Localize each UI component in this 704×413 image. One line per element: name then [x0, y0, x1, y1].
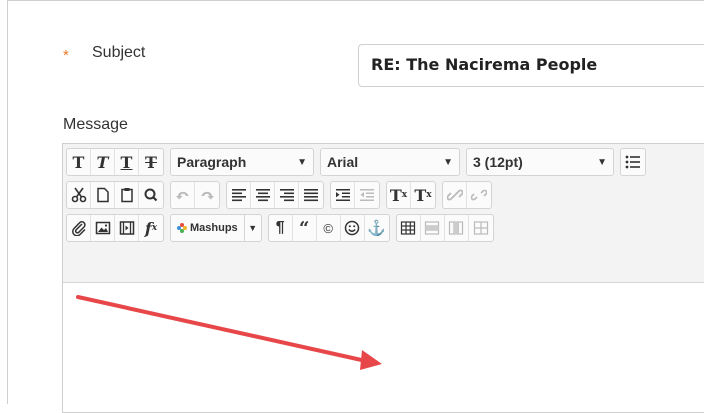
table-row-icon	[425, 221, 440, 235]
mashups-dropdown[interactable]: Mashups ▼	[170, 214, 262, 242]
outdent-icon	[360, 189, 374, 201]
paragraph-format-value: Paragraph	[177, 154, 247, 170]
table-group	[395, 214, 494, 242]
subscript-glyph: T	[414, 185, 427, 205]
blockquote-button[interactable]: “	[293, 215, 317, 241]
smiley-icon	[344, 220, 360, 236]
link-group	[442, 181, 492, 209]
font-size-select[interactable]: 3 (12pt) ▼	[466, 148, 614, 176]
subject-label: Subject	[92, 44, 146, 61]
film-icon	[119, 221, 134, 235]
show-blocks-button[interactable]: ¶	[269, 215, 293, 241]
align-justify-button[interactable]	[299, 182, 323, 208]
chevron-down-icon[interactable]: ▼	[245, 223, 261, 233]
special-character-button[interactable]: ©	[317, 215, 341, 241]
history-group	[170, 181, 220, 209]
message-body-textarea[interactable]	[63, 283, 704, 413]
paperclip-icon	[71, 221, 86, 236]
paste-button[interactable]	[115, 182, 139, 208]
clipboard-group	[66, 181, 164, 209]
attach-file-button[interactable]	[67, 215, 91, 241]
table-icon	[401, 221, 416, 235]
table-row-button[interactable]	[421, 215, 445, 241]
search-icon	[144, 188, 158, 202]
copy-button[interactable]	[91, 182, 115, 208]
undo-icon	[175, 191, 188, 200]
alignment-group	[226, 181, 324, 209]
align-center-icon	[255, 189, 270, 202]
script-group: Tx Tx	[386, 181, 436, 209]
underline-button[interactable]: T	[115, 149, 139, 175]
align-left-button[interactable]	[227, 182, 251, 208]
font-family-select[interactable]: Arial ▼	[320, 148, 460, 176]
chevron-down-icon: ▼	[597, 156, 607, 168]
required-marker: *	[63, 47, 69, 64]
subscript-button[interactable]: Tx	[411, 182, 435, 208]
link-icon	[446, 189, 463, 201]
unlink-button[interactable]	[467, 182, 491, 208]
insert-media-group: fx	[66, 214, 164, 242]
toolbar-row-2: Tx Tx	[66, 181, 498, 209]
insert-media-button[interactable]	[115, 215, 139, 241]
unlink-icon	[471, 189, 487, 201]
formula-glyph: f	[144, 218, 152, 238]
table-cell-icon	[473, 221, 488, 235]
insert-link-button[interactable]	[443, 182, 467, 208]
clipboard-icon	[120, 188, 133, 203]
paragraph-format-select[interactable]: Paragraph ▼	[170, 148, 314, 176]
list-group	[620, 148, 646, 176]
redo-button[interactable]	[195, 182, 219, 208]
superscript-mark: x	[401, 190, 408, 200]
editor-toolbar: T T T T Paragraph ▼ Arial ▼ 3 (12pt) ▼ T…	[63, 144, 704, 283]
scissors-icon	[71, 187, 86, 203]
insert-formula-button[interactable]: fx	[139, 215, 163, 241]
align-right-icon	[279, 189, 294, 202]
indent-group	[330, 181, 380, 209]
superscript-glyph: T	[389, 185, 402, 205]
insert-symbols-group: ¶ “ © ⚓	[267, 214, 390, 242]
indent-icon	[335, 189, 350, 201]
toolbar-row-3: fx Mashups ▼ ¶ “ © ⚓	[66, 214, 500, 242]
find-button[interactable]	[139, 182, 163, 208]
mashups-button[interactable]: Mashups	[171, 215, 245, 241]
undo-button[interactable]	[171, 182, 195, 208]
insert-table-button[interactable]	[397, 215, 421, 241]
font-family-value: Arial	[327, 154, 359, 170]
subject-input[interactable]: RE: The Nacirema People	[358, 44, 704, 87]
chevron-down-icon: ▼	[297, 156, 307, 168]
message-label: Message	[63, 116, 128, 133]
chevron-down-icon: ▼	[443, 156, 453, 168]
text-style-group: T T T T	[66, 148, 164, 176]
mashups-icon	[177, 223, 187, 233]
redo-icon	[201, 191, 214, 200]
italic-button[interactable]: T	[91, 149, 115, 175]
align-justify-icon	[304, 189, 318, 202]
insert-image-button[interactable]	[91, 215, 115, 241]
font-size-value: 3 (12pt)	[473, 154, 523, 170]
superscript-button[interactable]: Tx	[387, 182, 411, 208]
formula-mark: x	[151, 223, 158, 233]
cut-button[interactable]	[67, 182, 91, 208]
subscript-mark: x	[426, 190, 432, 200]
bullet-list-button[interactable]	[621, 149, 645, 175]
bold-button[interactable]: T	[67, 149, 91, 175]
document-icon	[96, 187, 109, 203]
table-column-icon	[449, 221, 464, 235]
mashups-label: Mashups	[190, 222, 238, 234]
message-editor: T T T T Paragraph ▼ Arial ▼ 3 (12pt) ▼ T…	[62, 143, 704, 413]
emoticon-button[interactable]	[341, 215, 365, 241]
bullet-list-icon	[625, 155, 640, 169]
anchor-button[interactable]: ⚓	[365, 215, 389, 241]
strikethrough-button[interactable]: T	[139, 149, 163, 175]
align-center-button[interactable]	[251, 182, 275, 208]
table-column-button[interactable]	[445, 215, 469, 241]
table-cell-button[interactable]	[469, 215, 493, 241]
outdent-button[interactable]	[355, 182, 379, 208]
toolbar-row-1: T T T T Paragraph ▼ Arial ▼ 3 (12pt) ▼	[66, 148, 652, 176]
align-left-icon	[231, 189, 246, 202]
image-icon	[95, 221, 110, 235]
align-right-button[interactable]	[275, 182, 299, 208]
indent-button[interactable]	[331, 182, 355, 208]
